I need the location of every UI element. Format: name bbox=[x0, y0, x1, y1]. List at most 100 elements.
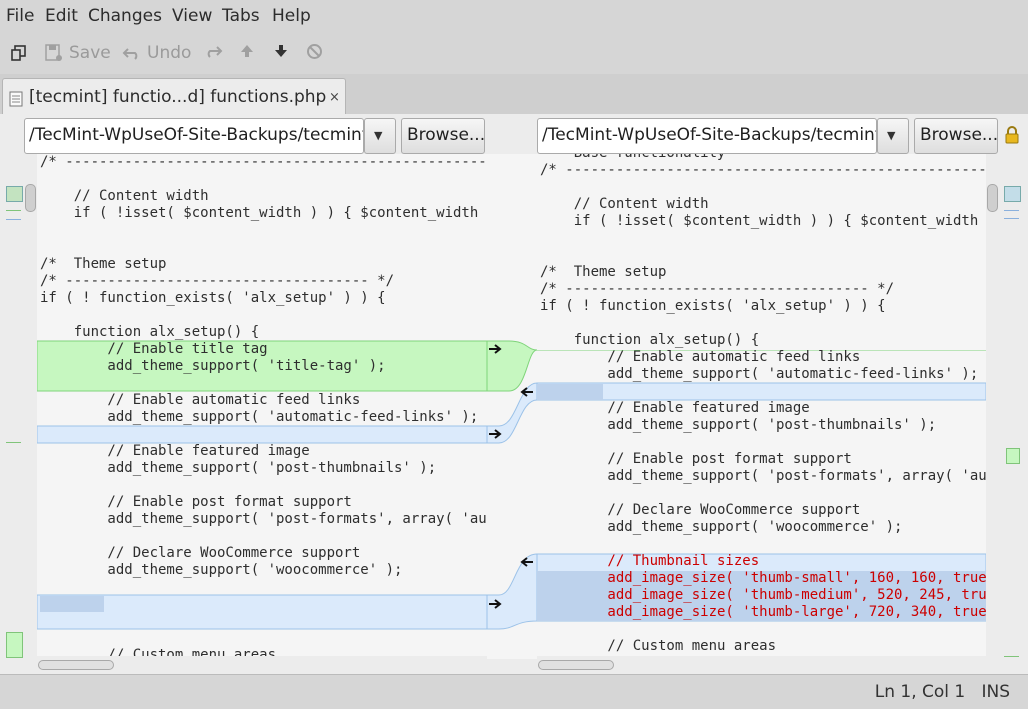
tab-label: [tecmint] functio...d] functions.php bbox=[29, 87, 327, 107]
code-line: // Enable post format support bbox=[40, 494, 352, 510]
arrow-down-icon bbox=[275, 45, 287, 57]
next-change-button[interactable] bbox=[273, 43, 289, 59]
comparison-area: /TecMint-WpUseOf-Site-Backups/tecmint/wp… bbox=[0, 114, 1028, 674]
code-line: add_theme_support( 'post-thumbnails' ); bbox=[540, 417, 937, 433]
redo-button[interactable] bbox=[203, 43, 223, 59]
code-line: /* Theme setup bbox=[40, 256, 167, 272]
code-line: /* -------------------------------------… bbox=[540, 162, 986, 178]
document-icon bbox=[9, 91, 23, 107]
left-overview-strip[interactable] bbox=[3, 154, 23, 659]
menu-help[interactable]: Help bbox=[272, 6, 311, 26]
code-line: function alx_setup() { bbox=[40, 324, 260, 340]
menu-bar: File Edit Changes View Tabs Help bbox=[0, 0, 1028, 32]
code-line: // Custom menu areas bbox=[40, 647, 277, 656]
overview-viewport-marker bbox=[6, 186, 23, 202]
status-text: Ln 1, Col 1 INS bbox=[875, 682, 1010, 702]
overview-insert-mark bbox=[1006, 448, 1020, 464]
code-line: if ( !isset( $content_width ) ) { $conte… bbox=[573, 213, 979, 229]
change-inline bbox=[537, 384, 603, 400]
overview-viewport-marker bbox=[1004, 186, 1021, 202]
redo-icon bbox=[207, 46, 223, 58]
undo-button[interactable]: Undo bbox=[122, 43, 191, 63]
chevron-down-icon: ▼ bbox=[374, 129, 383, 142]
stop-icon bbox=[307, 44, 322, 59]
menu-view[interactable]: View bbox=[172, 6, 212, 26]
code-line: add_theme_support( 'post-formats', array… bbox=[107, 511, 487, 527]
right-browse-button[interactable]: Browse... bbox=[914, 118, 998, 154]
code-line: add_theme_support( 'automatic-feed-links… bbox=[540, 366, 979, 382]
previous-change-button[interactable] bbox=[239, 43, 255, 59]
right-code-pane[interactable]: * Base functionality/* -----------------… bbox=[537, 154, 986, 656]
new-comparison-button[interactable] bbox=[10, 44, 28, 62]
right-path-dropdown[interactable]: ▼ bbox=[877, 118, 909, 154]
code-line: // Declare WooCommerce support bbox=[540, 502, 861, 518]
change-block bbox=[37, 425, 487, 444]
status-bar: Ln 1, Col 1 INS bbox=[0, 674, 1028, 709]
left-horizontal-scrollbar[interactable] bbox=[38, 660, 114, 670]
left-path-text: /TecMint-WpUseOf-Site-Backups/tecmint/wp… bbox=[29, 125, 363, 145]
code-line: // Enable title tag bbox=[40, 341, 268, 357]
save-label: Save bbox=[69, 43, 111, 63]
code-line: add_image_size( 'thumb-small', 160, 160,… bbox=[540, 570, 986, 586]
overview-insert-mark bbox=[6, 632, 23, 658]
left-path-field[interactable]: /TecMint-WpUseOf-Site-Backups/tecmint/wp… bbox=[24, 118, 364, 154]
tab-functions-php[interactable]: [tecmint] functio...d] functions.php × bbox=[2, 78, 346, 116]
undo-label: Undo bbox=[147, 43, 192, 63]
code-line: // Enable automatic feed links bbox=[40, 392, 361, 408]
toolbar: Save Undo bbox=[0, 34, 1028, 72]
code-line: // Content width bbox=[40, 188, 209, 204]
code-line: // Content width bbox=[540, 196, 709, 212]
code-line: if ( ! function_exists( 'alx_setup' ) ) … bbox=[40, 290, 386, 306]
code-line: // Thumbnail sizes bbox=[540, 553, 760, 569]
overview-change-mark bbox=[6, 219, 21, 220]
menu-edit[interactable]: Edit bbox=[45, 6, 78, 26]
change-inline bbox=[40, 596, 104, 612]
menu-tabs[interactable]: Tabs bbox=[222, 6, 260, 26]
menu-changes[interactable]: Changes bbox=[88, 6, 162, 26]
code-line: // Enable featured image bbox=[40, 443, 310, 459]
insert-mode: INS bbox=[981, 682, 1010, 702]
code-line: add_image_size( 'thumb-large', 720, 340,… bbox=[540, 604, 986, 620]
overview-insert-mark bbox=[6, 210, 21, 211]
code-line: if ( !isset( $content_width ) ) { $conte… bbox=[73, 205, 487, 221]
lock-icon bbox=[1005, 126, 1019, 144]
save-icon bbox=[45, 44, 62, 61]
close-tab-icon[interactable]: × bbox=[329, 90, 340, 105]
code-line: add_theme_support( 'post-thumbnails' ); bbox=[40, 460, 437, 476]
code-line: add_image_size( 'thumb-medium', 520, 245… bbox=[540, 587, 986, 603]
cursor-position: Ln 1, Col 1 bbox=[874, 682, 966, 702]
code-line: * Base functionality bbox=[540, 154, 725, 162]
stop-button[interactable] bbox=[306, 43, 323, 60]
code-line: add_theme_support( 'post-formats', array… bbox=[607, 468, 986, 484]
code-line: add_theme_support( 'woocommerce' ); bbox=[540, 519, 903, 535]
menu-file[interactable]: File bbox=[6, 6, 34, 26]
linkmap-gutter bbox=[487, 154, 537, 659]
right-overview-strip[interactable] bbox=[1001, 154, 1023, 659]
right-browse-label: Browse... bbox=[920, 125, 999, 145]
change-block bbox=[37, 594, 487, 630]
overview-insert-mark bbox=[6, 442, 21, 443]
code-line: /* ------------------------------------ … bbox=[540, 281, 895, 297]
code-line: // Custom menu areas bbox=[540, 638, 777, 654]
code-line: function alx_setup() { bbox=[540, 332, 760, 348]
code-line: if ( ! function_exists( 'alx_setup' ) ) … bbox=[540, 298, 886, 314]
code-line: // Declare WooCommerce support bbox=[40, 545, 361, 561]
right-horizontal-scrollbar[interactable] bbox=[538, 660, 614, 670]
left-vertical-scrollbar[interactable] bbox=[25, 184, 36, 212]
code-line: /* Theme setup bbox=[540, 264, 667, 280]
left-path-dropdown[interactable]: ▼ bbox=[364, 118, 396, 154]
overview-insert-mark bbox=[1004, 656, 1019, 657]
right-path-field[interactable]: /TecMint-WpUseOf-Site-Backups/tecmint/wp… bbox=[537, 118, 877, 154]
right-path-text: /TecMint-WpUseOf-Site-Backups/tecmint/wp… bbox=[542, 125, 876, 145]
right-vertical-scrollbar[interactable] bbox=[987, 184, 998, 212]
code-line: // Enable post format support bbox=[540, 451, 852, 467]
left-code-pane[interactable]: /* -------------------------------------… bbox=[37, 154, 487, 656]
change-block bbox=[537, 382, 986, 401]
code-line: add_theme_support( 'automatic-feed-links… bbox=[40, 409, 479, 425]
save-button[interactable]: Save bbox=[44, 43, 111, 63]
tab-bar: [tecmint] functio...d] functions.php × bbox=[0, 74, 1028, 116]
left-browse-button[interactable]: Browse... bbox=[401, 118, 485, 154]
new-comparison-icon bbox=[11, 45, 26, 61]
code-line: /* -------------------------------------… bbox=[40, 154, 487, 170]
left-browse-label: Browse... bbox=[407, 125, 486, 145]
